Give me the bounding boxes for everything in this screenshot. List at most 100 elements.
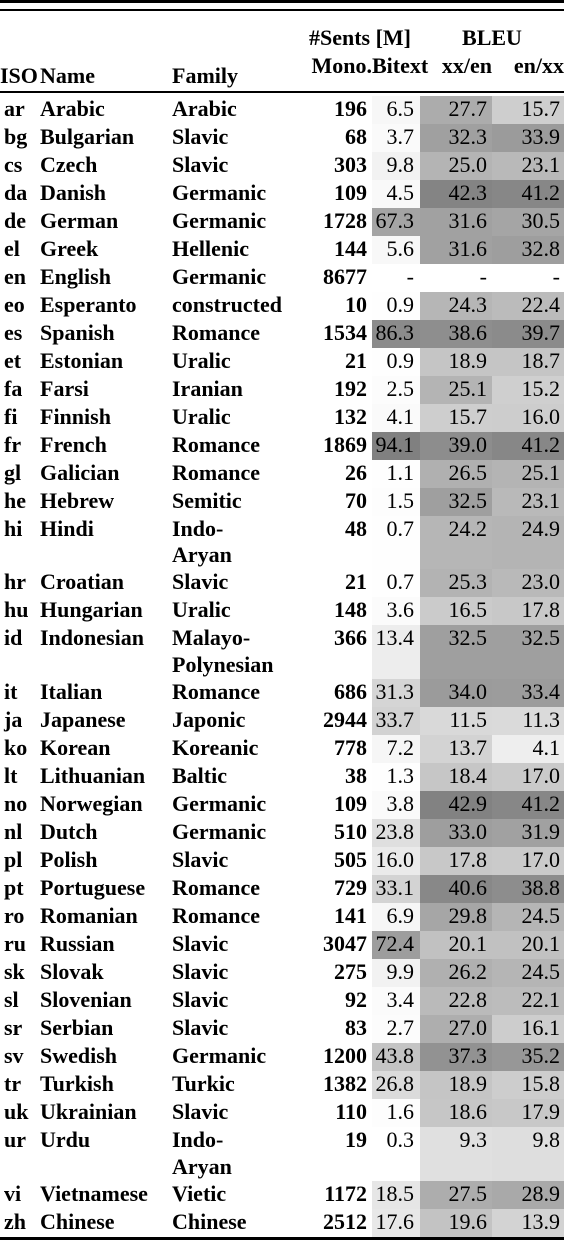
cell-bitext: 6.5 (372, 95, 420, 124)
cell-name: Hebrew (40, 487, 115, 513)
cell-en-xx: 9.8 (492, 1126, 564, 1181)
cell-en-xx: 35.2 (492, 1042, 564, 1071)
cell-en-xx: 33.9 (492, 123, 564, 152)
cell-mono: 92 (345, 986, 367, 1012)
rule-bottom (0, 1236, 564, 1243)
cell-bitext: 0.9 (372, 291, 420, 320)
cell-name: Urdu (40, 1126, 91, 1152)
cell-bitext: 1.5 (372, 487, 420, 516)
cell-name: Romanian (40, 902, 138, 928)
cell-iso: hr (4, 569, 26, 595)
cell-mono: 8677 (323, 263, 367, 289)
cell-mono: 275 (334, 958, 367, 984)
cell-family: Semitic (172, 487, 242, 513)
cell-bitext: - (406, 263, 414, 289)
table-row: ko Korean Koreanic 778 7.2 13.7 4.1 (0, 734, 564, 763)
cell-mono: 10 (345, 291, 367, 317)
table-footer (0, 1236, 564, 1243)
cell-family: Romance (172, 459, 260, 485)
cell-mono: 48 (345, 515, 367, 541)
cell-name: Farsi (40, 375, 89, 401)
cell-iso: fa (4, 375, 23, 401)
cell-bitext: 18.5 (372, 1180, 420, 1209)
cell-xx-en: 24.3 (420, 291, 492, 320)
cell-en-xx: 20.1 (492, 930, 564, 959)
cell-xx-en: 27.7 (420, 95, 492, 124)
cell-en-xx: 22.1 (492, 986, 564, 1015)
cell-en-xx: 38.8 (492, 874, 564, 903)
cell-name: Korean (40, 734, 111, 760)
cell-bitext: 2.5 (372, 375, 420, 404)
cell-mono: 1382 (323, 1070, 367, 1096)
cell-mono: 109 (334, 790, 367, 816)
cell-bitext: 4.1 (372, 403, 420, 432)
cell-mono: 192 (334, 375, 367, 401)
table-row: no Norwegian Germanic 109 3.8 42.9 41.2 (0, 790, 564, 819)
cell-bitext: 13.4 (372, 625, 420, 679)
cell-bitext: 3.4 (372, 986, 420, 1015)
cell-en-xx: 16.1 (492, 1014, 564, 1043)
cell-xx-en: 33.0 (420, 818, 492, 847)
table: ISO Name Family #Sents [M] BLEU Mono. Bi… (0, 0, 564, 1243)
cell-name: Turkish (40, 1070, 114, 1096)
cell-mono: 110 (335, 1098, 367, 1124)
cell-en-xx: 23.1 (492, 487, 564, 516)
column-header-bitext: Bitext (372, 52, 429, 78)
cell-iso: fi (4, 403, 18, 429)
cell-bitext: 67.3 (372, 207, 420, 236)
table-row: sk Slovak Slavic 275 9.9 26.2 24.5 (0, 958, 564, 987)
cell-en-xx: 24.9 (492, 515, 564, 570)
cell-en-xx: 30.5 (492, 207, 564, 236)
cell-name: Spanish (40, 319, 115, 345)
cell-en-xx: 4.1 (492, 734, 564, 763)
cell-bitext: 1.6 (372, 1098, 420, 1127)
table-row: hr Croatian Slavic 21 0.7 25.3 23.0 (0, 569, 564, 598)
cell-iso: vi (4, 1180, 22, 1206)
cell-mono: 2944 (323, 706, 367, 732)
cell-name: Serbian (40, 1014, 114, 1040)
table-row: hu Hungarian Uralic 148 3.6 16.5 17.8 (0, 597, 564, 626)
cell-iso: no (4, 790, 28, 816)
cell-family: Vietic (172, 1180, 227, 1206)
cell-name: Galician (40, 459, 120, 485)
cell-xx-en: 42.9 (420, 790, 492, 819)
cell-iso: fr (4, 431, 22, 457)
table-row: he Hebrew Semitic 70 1.5 32.5 23.1 (0, 487, 564, 516)
table-body: ar Arabic Arabic 196 6.5 27.7 15.7 bg Bulgarian S… (0, 95, 564, 1239)
table-row: id Indonesian Malayo- Polynesian 366 13.4 32.5… (0, 625, 564, 679)
cell-bitext: 2.7 (372, 1014, 420, 1043)
cell-name: Ukrainian (40, 1098, 137, 1124)
cell-mono: 21 (345, 569, 367, 595)
cell-bitext: 43.8 (372, 1042, 420, 1071)
cell-en-xx: 17.0 (492, 762, 564, 791)
cell-family: Germanic (172, 179, 267, 205)
cell-xx-en: 19.6 (420, 1208, 492, 1239)
cell-xx-en: 31.6 (420, 207, 492, 236)
cell-bitext: 9.9 (372, 958, 420, 987)
cell-mono: 148 (334, 597, 367, 623)
cell-xx-en: 27.0 (420, 1014, 492, 1043)
cell-name: Bulgarian (40, 123, 135, 149)
cell-family: Uralic (172, 403, 231, 429)
cell-bitext: 23.8 (372, 818, 420, 847)
cell-family: Slavic (172, 1014, 229, 1040)
cell-family: Germanic (172, 818, 267, 844)
cell-name: Chinese (40, 1208, 115, 1234)
cell-mono: 366 (334, 625, 367, 651)
cell-iso: de (4, 207, 26, 233)
cell-en-xx: 17.8 (492, 597, 564, 626)
cell-mono: 303 (334, 151, 367, 177)
table-row: ur Urdu Indo- Aryan 19 0.3 9.3 9.8 (0, 1126, 564, 1181)
cell-xx-en: 20.1 (420, 930, 492, 959)
cell-bitext: 9.8 (372, 151, 420, 180)
table-row: sv Swedish Germanic 1200 43.8 37.3 35.2 (0, 1042, 564, 1071)
cell-mono: 38 (345, 762, 367, 788)
table-row: el Greek Hellenic 144 5.6 31.6 32.8 (0, 235, 564, 264)
cell-xx-en: 18.9 (420, 1070, 492, 1099)
cell-iso: zh (4, 1208, 26, 1234)
cell-family: Slavic (172, 930, 229, 956)
cell-family: Iranian (172, 375, 243, 401)
cell-xx-en: 11.5 (420, 706, 492, 735)
table-header: ISO Name Family #Sents [M] BLEU Mono. Bi… (0, 0, 564, 96)
cell-iso: uk (4, 1098, 29, 1124)
